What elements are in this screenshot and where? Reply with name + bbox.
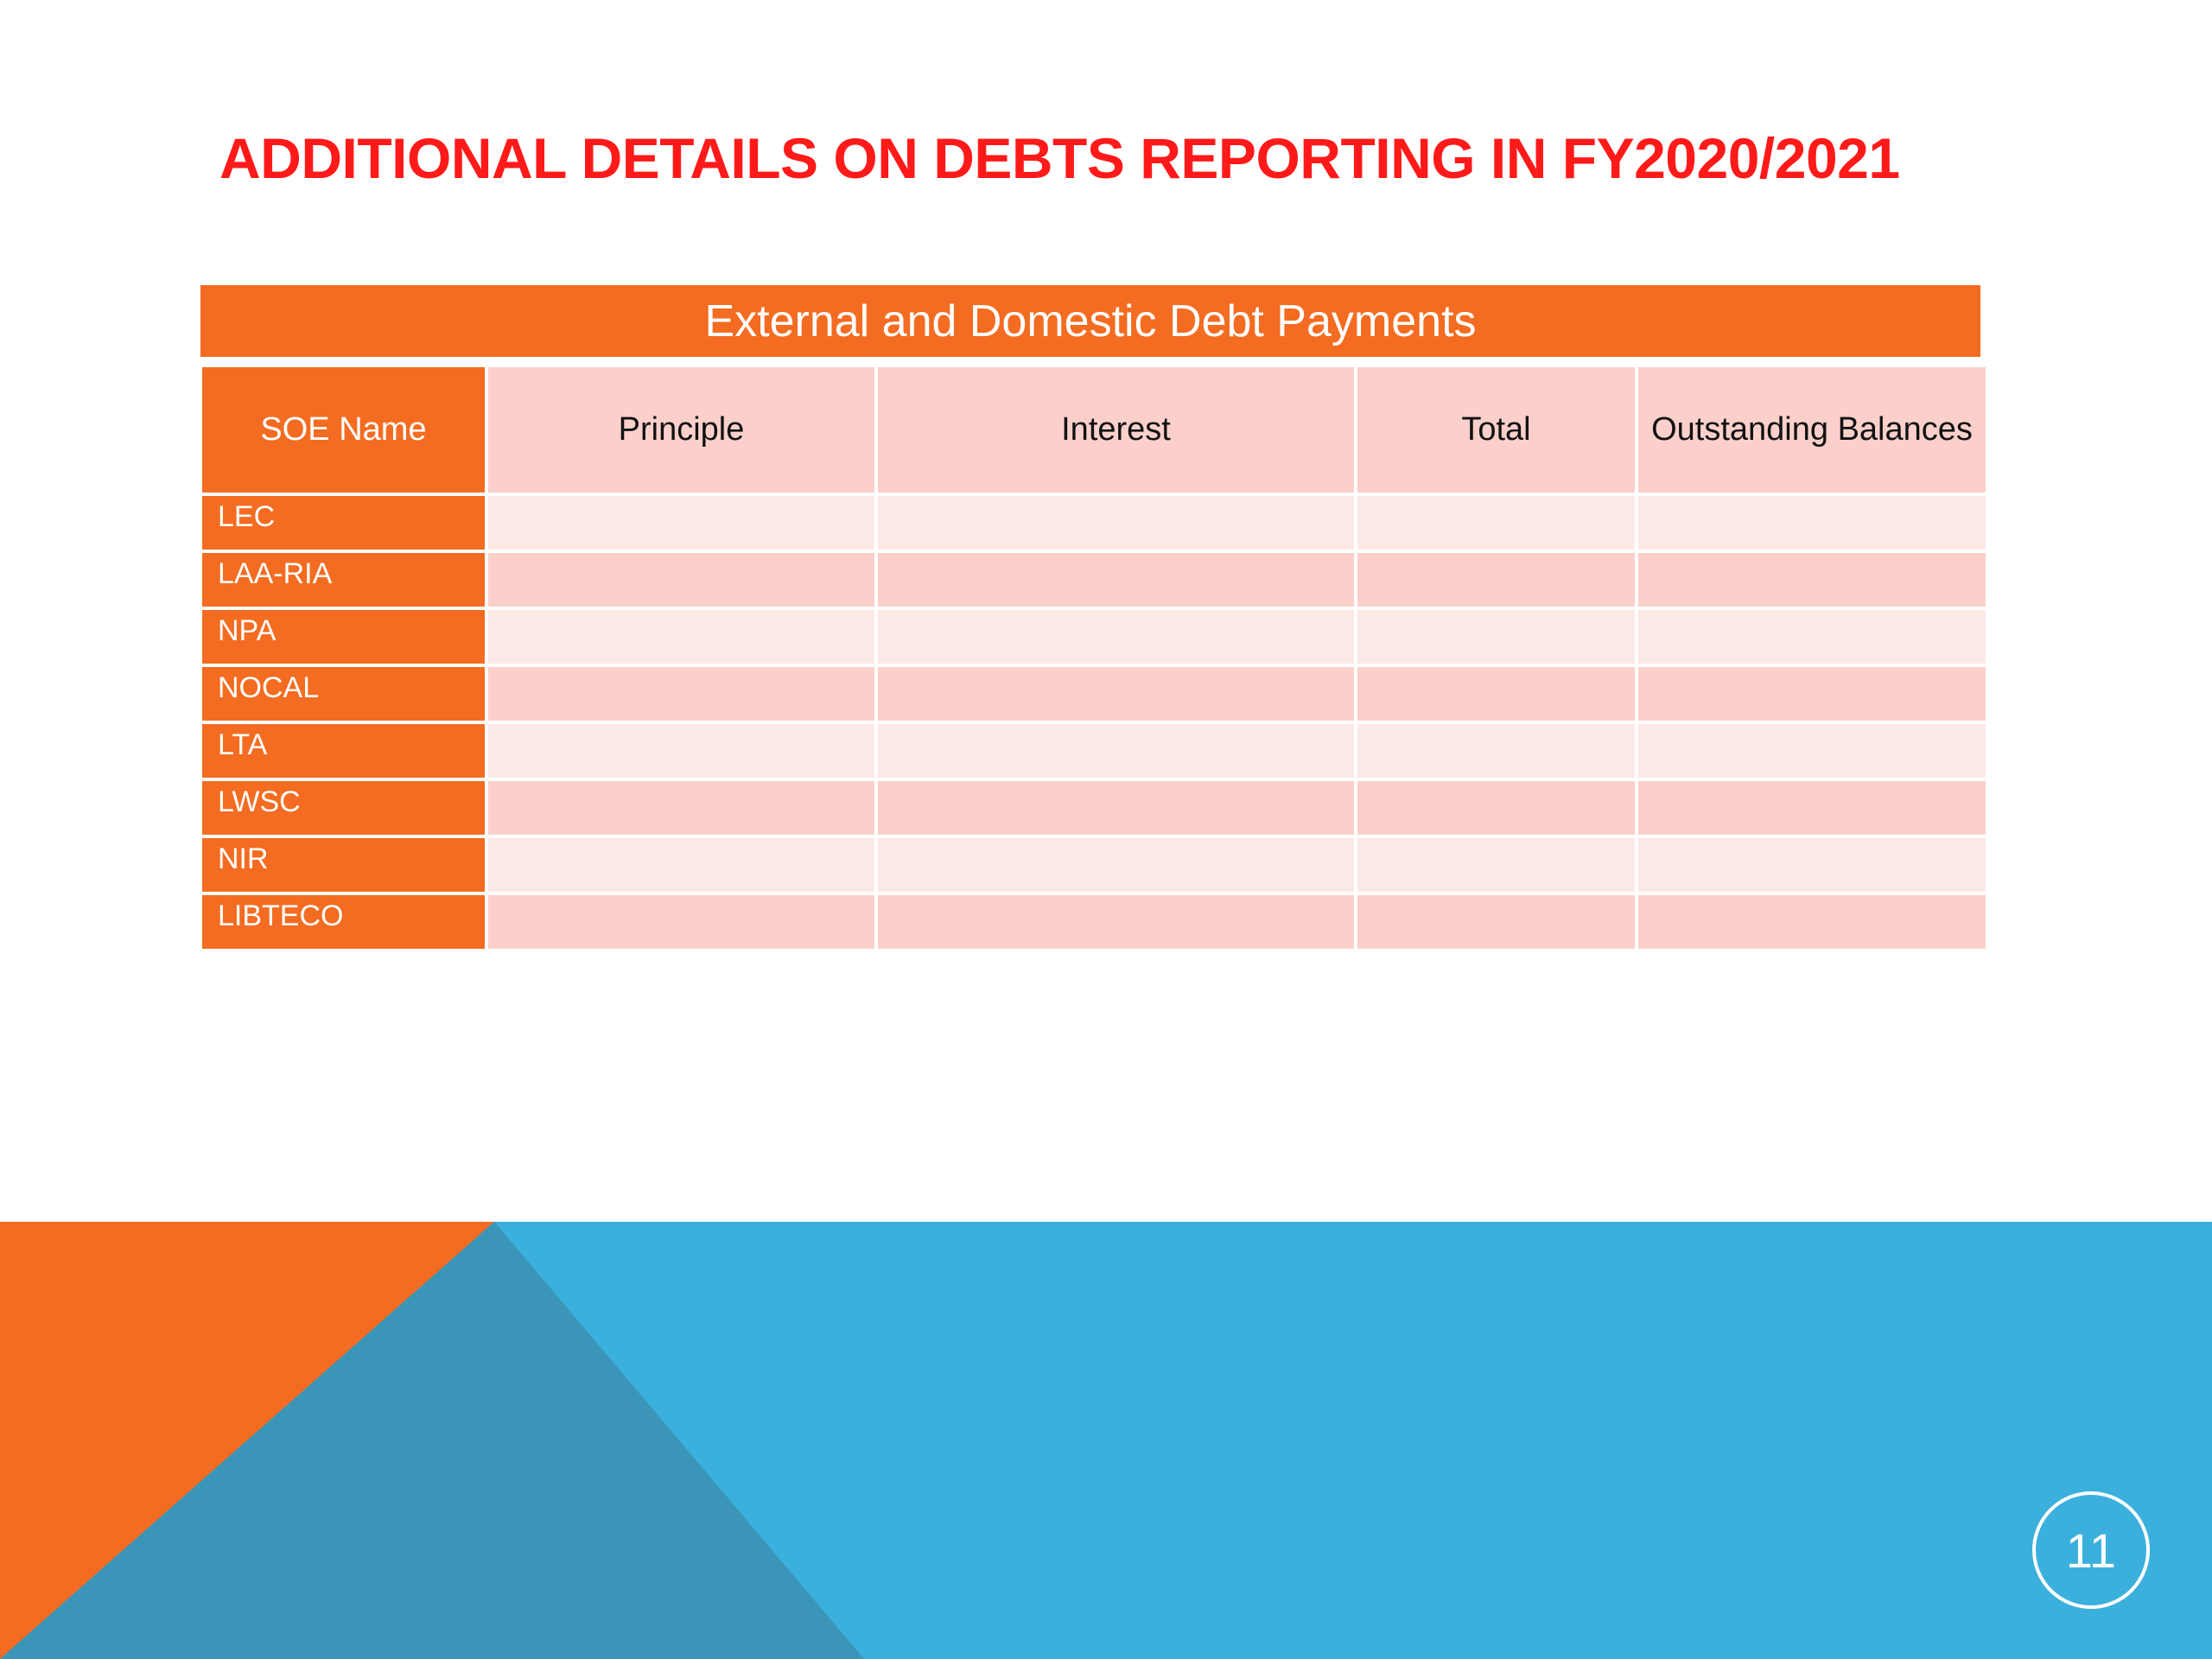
decorative-bottom-band <box>0 1222 2212 1659</box>
total-cell <box>1357 553 1635 607</box>
outstanding-cell <box>1638 553 1986 607</box>
table-header-row: SOE Name Principle Interest Total Outsta… <box>202 367 1986 493</box>
soe-name-cell: LEC <box>202 496 485 550</box>
soe-name-cell: NOCAL <box>202 667 485 721</box>
column-header-soe-name: SOE Name <box>202 367 485 493</box>
total-cell <box>1357 496 1635 550</box>
total-cell <box>1357 724 1635 778</box>
table-row: NPA <box>202 610 1986 664</box>
table-row: NIR <box>202 838 1986 892</box>
principle-cell <box>488 553 874 607</box>
principle-cell <box>488 895 874 949</box>
debt-payments-table: SOE Name Principle Interest Total Outsta… <box>199 364 1989 952</box>
interest-cell <box>878 667 1354 721</box>
total-cell <box>1357 667 1635 721</box>
outstanding-cell <box>1638 610 1986 664</box>
principle-cell <box>488 610 874 664</box>
outstanding-cell <box>1638 496 1986 550</box>
soe-name-cell: NIR <box>202 838 485 892</box>
interest-cell <box>878 496 1354 550</box>
principle-cell <box>488 838 874 892</box>
principle-cell <box>488 496 874 550</box>
soe-name-cell: LTA <box>202 724 485 778</box>
interest-cell <box>878 610 1354 664</box>
principle-cell <box>488 667 874 721</box>
outstanding-cell <box>1638 781 1986 835</box>
soe-name-cell: LWSC <box>202 781 485 835</box>
interest-cell <box>878 781 1354 835</box>
table-caption: External and Domestic Debt Payments <box>200 285 1980 357</box>
table-row: LAA-RIA <box>202 553 1986 607</box>
column-header-principle: Principle <box>488 367 874 493</box>
outstanding-cell <box>1638 724 1986 778</box>
table-row: LEC <box>202 496 1986 550</box>
column-header-interest: Interest <box>878 367 1354 493</box>
principle-cell <box>488 724 874 778</box>
total-cell <box>1357 895 1635 949</box>
table-row: LIBTECO <box>202 895 1986 949</box>
principle-cell <box>488 781 874 835</box>
soe-name-cell: NPA <box>202 610 485 664</box>
table-row: NOCAL <box>202 667 1986 721</box>
interest-cell <box>878 838 1354 892</box>
soe-name-cell: LIBTECO <box>202 895 485 949</box>
total-cell <box>1357 781 1635 835</box>
column-header-outstanding-balances: Outstanding Balances <box>1638 367 1986 493</box>
page-number: 11 <box>2032 1491 2150 1609</box>
total-cell <box>1357 610 1635 664</box>
column-header-total: Total <box>1357 367 1635 493</box>
interest-cell <box>878 553 1354 607</box>
outstanding-cell <box>1638 895 1986 949</box>
table-row: LTA <box>202 724 1986 778</box>
slide-title: ADDITIONAL DETAILS ON DEBTS REPORTING IN… <box>219 126 1900 190</box>
table-row: LWSC <box>202 781 1986 835</box>
outstanding-cell <box>1638 838 1986 892</box>
interest-cell <box>878 895 1354 949</box>
outstanding-cell <box>1638 667 1986 721</box>
interest-cell <box>878 724 1354 778</box>
total-cell <box>1357 838 1635 892</box>
soe-name-cell: LAA-RIA <box>202 553 485 607</box>
